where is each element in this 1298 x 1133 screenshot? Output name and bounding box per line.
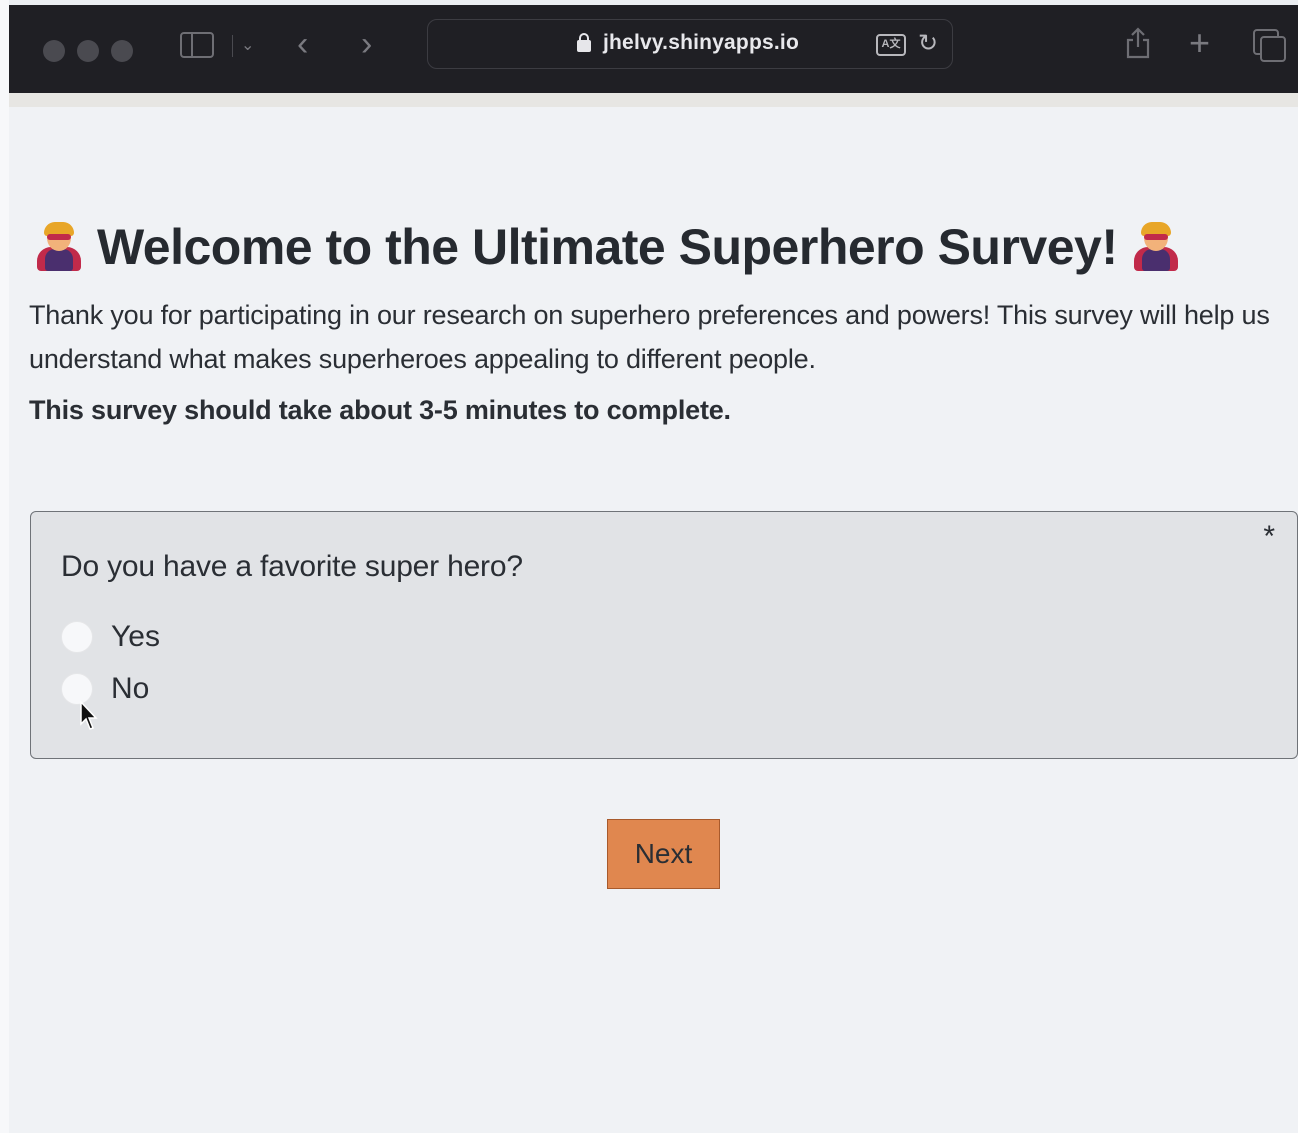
question-text: Do you have a favorite super hero? <box>61 550 523 583</box>
zoom-window-button[interactable] <box>111 40 133 62</box>
tab-overview-icon[interactable] <box>1253 29 1286 62</box>
address-bar-url: jhelvy.shinyapps.io <box>603 31 799 54</box>
radio-yes[interactable] <box>61 621 93 653</box>
time-estimate-note: This survey should take about 3-5 minute… <box>29 395 731 425</box>
lock-icon <box>577 33 591 52</box>
sidebar-toggle-icon[interactable] <box>180 32 214 58</box>
back-arrow-icon[interactable]: ‹ <box>297 27 308 61</box>
browser-toolbar: ⌄ ‹ › jhelvy.shinyapps.io A文 ↻ + <box>9 5 1298 93</box>
forward-arrow-icon[interactable]: › <box>361 27 372 61</box>
question-card: * Do you have a favorite super hero? Yes… <box>30 511 1298 759</box>
next-button[interactable]: Next <box>607 819 720 889</box>
reload-icon[interactable]: ↻ <box>918 30 938 58</box>
browser-window: ⌄ ‹ › jhelvy.shinyapps.io A文 ↻ + Welcome… <box>0 0 1298 1133</box>
minimize-window-button[interactable] <box>77 40 99 62</box>
address-bar[interactable]: jhelvy.shinyapps.io A文 ↻ <box>427 19 953 69</box>
close-window-button[interactable] <box>43 40 65 62</box>
survey-page: Welcome to the Ultimate Superhero Survey… <box>9 107 1298 1133</box>
new-tab-icon[interactable]: + <box>1189 25 1210 61</box>
toolbar-shadow <box>9 93 1298 107</box>
share-icon[interactable] <box>1125 27 1151 59</box>
option-label: Yes <box>111 620 160 653</box>
translate-icon[interactable]: A文 <box>876 34 906 56</box>
page-title: Welcome to the Ultimate Superhero Survey… <box>97 219 1118 275</box>
chevron-down-icon[interactable]: ⌄ <box>241 35 254 54</box>
mouse-cursor-icon <box>80 700 98 730</box>
option-no[interactable]: No <box>61 672 149 706</box>
superhero-icon <box>1128 219 1184 275</box>
required-asterisk: * <box>1263 520 1275 553</box>
option-yes[interactable]: Yes <box>61 620 160 654</box>
window-left-edge <box>0 0 9 1133</box>
option-label: No <box>111 672 150 705</box>
superhero-icon <box>31 219 87 275</box>
toolbar-divider <box>232 35 233 57</box>
intro-text: Thank you for participating in our resea… <box>29 300 1270 374</box>
title-row: Welcome to the Ultimate Superhero Survey… <box>31 217 1184 277</box>
